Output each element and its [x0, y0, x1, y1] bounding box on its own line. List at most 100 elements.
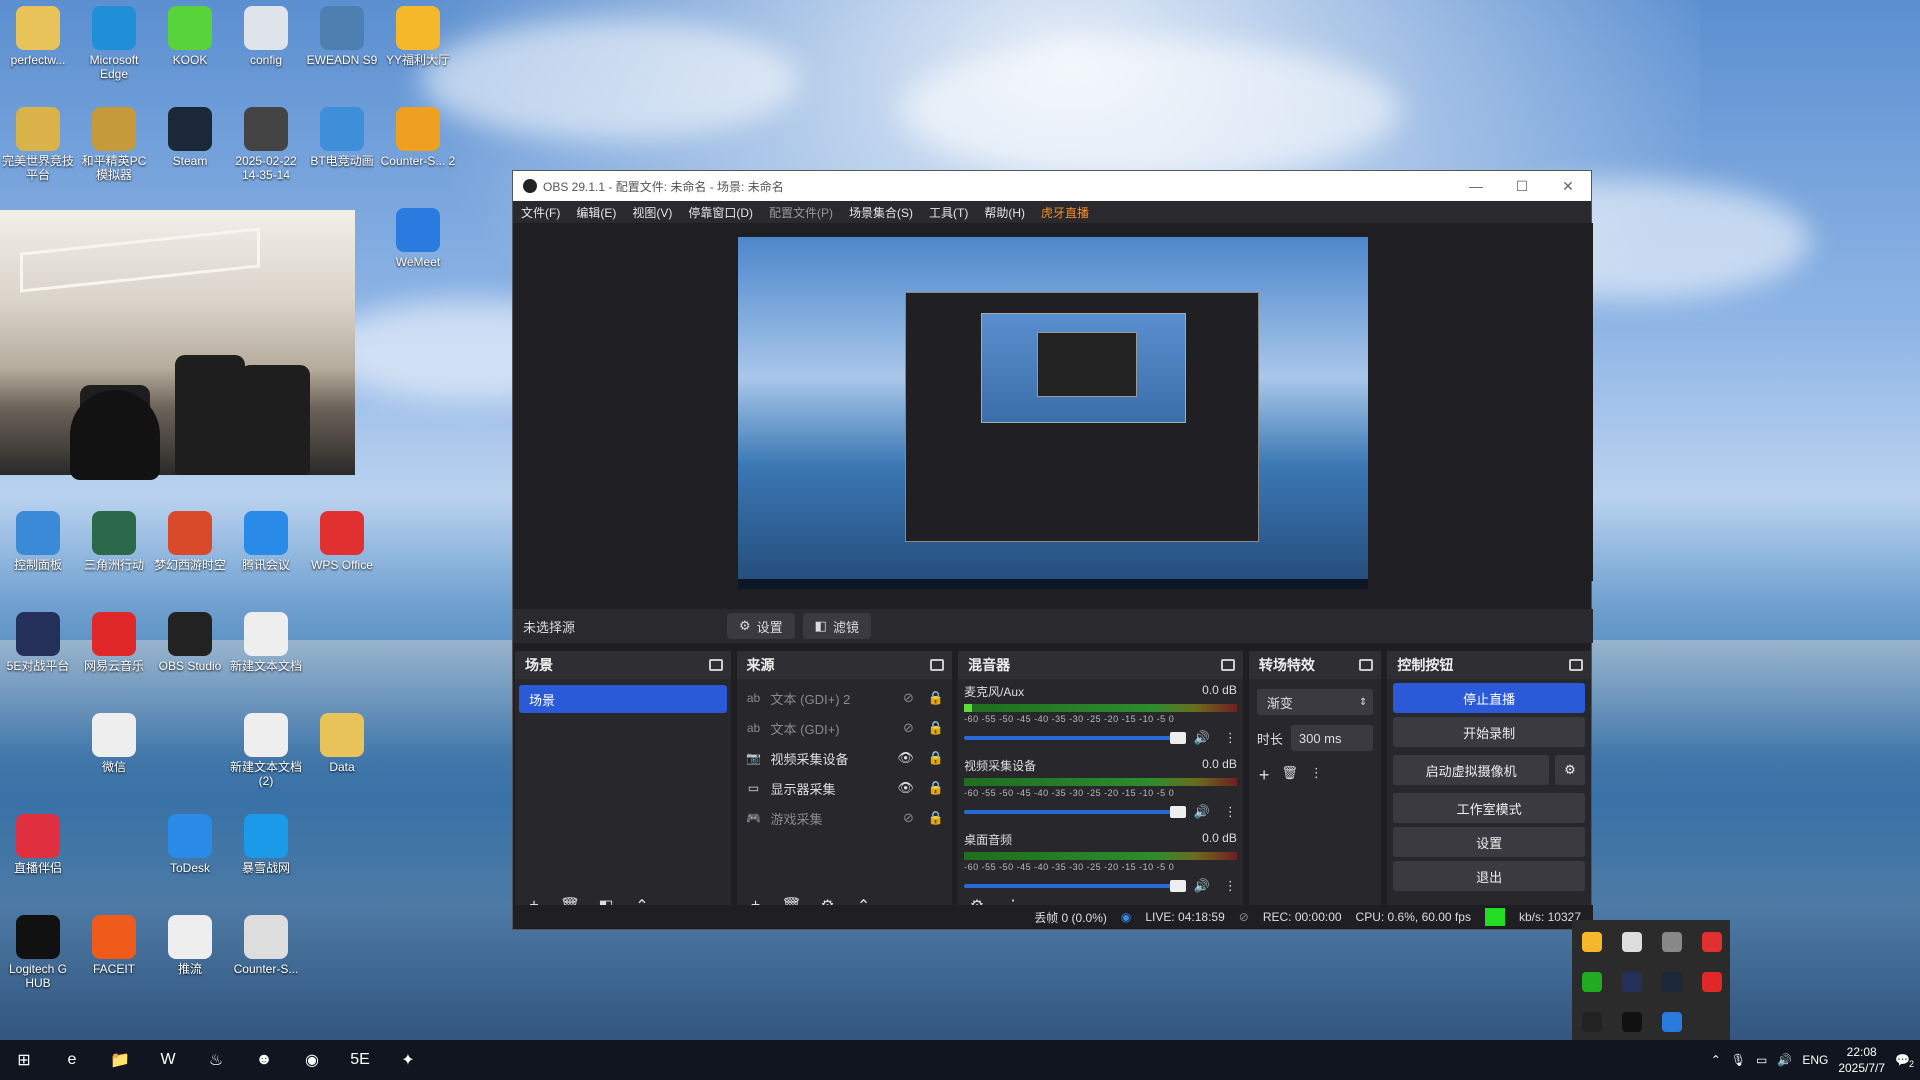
lock-icon[interactable]: 🔒: [928, 750, 944, 766]
maximize-button[interactable]: ☐: [1499, 178, 1545, 195]
add-transition-button[interactable]: +: [1259, 765, 1270, 786]
source-settings-button[interactable]: ⚙ 设置: [727, 613, 795, 639]
desktop-icon[interactable]: 5E对战平台: [0, 612, 76, 673]
desktop-icon[interactable]: WPS Office: [304, 511, 380, 572]
menu-docks[interactable]: 停靠窗口(D): [688, 204, 753, 221]
more-icon[interactable]: ⋮: [1310, 765, 1323, 786]
wemeet-icon[interactable]: [1662, 1012, 1682, 1032]
more-icon[interactable]: ⋮: [1224, 804, 1237, 820]
desktop-icon[interactable]: 腾讯会议: [228, 511, 304, 572]
close-button[interactable]: ✕: [1545, 178, 1591, 195]
slider-knob[interactable]: [1169, 732, 1186, 744]
desktop-icon[interactable]: ToDesk: [152, 814, 228, 875]
slider-knob[interactable]: [1169, 806, 1186, 818]
desktop-icon[interactable]: 2025-02-22 14-35-14: [228, 107, 304, 182]
menu-tools[interactable]: 工具(T): [929, 204, 968, 221]
studio-mode-button[interactable]: 工作室模式: [1393, 793, 1585, 823]
desktop-icon[interactable]: YY福利大厅: [380, 6, 456, 67]
desktop-icon[interactable]: Logitech G HUB: [0, 915, 76, 990]
desktop-icon[interactable]: EWEADN S9: [304, 6, 380, 67]
lock-icon[interactable]: 🔒: [928, 780, 944, 796]
source-item[interactable]: ab 文本 (GDI+) 2 ⊘ 🔒: [737, 683, 953, 713]
undock-icon[interactable]: [930, 659, 945, 671]
desktop-icon[interactable]: 新建文本文档: [228, 612, 304, 673]
menu-huya-live[interactable]: 虎牙直播: [1041, 204, 1089, 221]
desktop-icon[interactable]: 网易云音乐: [76, 612, 152, 673]
desktop-icon[interactable]: 控制面板: [0, 511, 76, 572]
no-network-icon[interactable]: [1662, 932, 1682, 952]
obs-icon[interactable]: [1582, 1012, 1602, 1032]
menu-file[interactable]: 文件(F): [521, 204, 560, 221]
cs2-icon[interactable]: ✦: [384, 1040, 432, 1080]
duration-input[interactable]: 300 ms: [1290, 725, 1374, 751]
trash-icon[interactable]: 🗑: [1281, 765, 1298, 786]
minimize-button[interactable]: —: [1453, 178, 1499, 195]
speaker-icon[interactable]: 🔊: [1194, 730, 1210, 746]
menu-scene-collection[interactable]: 场景集合(S): [849, 204, 913, 221]
desktop-icon[interactable]: Data: [304, 713, 380, 774]
yy-icon[interactable]: ☻: [240, 1040, 288, 1080]
desktop-icon[interactable]: 三角洲行动: [76, 511, 152, 572]
desktop-icon[interactable]: 完美世界竞技平台: [0, 107, 76, 182]
steam-icon[interactable]: ♨: [192, 1040, 240, 1080]
eye-hidden-icon[interactable]: ⊘: [903, 690, 914, 706]
wps-icon[interactable]: W: [144, 1040, 192, 1080]
desktop-icon[interactable]: WeMeet: [380, 208, 456, 269]
filters-button[interactable]: ◧ 滤镜: [802, 613, 871, 639]
virtual-cam-settings-icon[interactable]: ⚙: [1555, 755, 1585, 785]
eye-icon[interactable]: 👁: [897, 750, 914, 766]
undock-icon[interactable]: [1359, 659, 1374, 671]
more-icon[interactable]: ⋮: [1224, 730, 1237, 746]
desktop-icon[interactable]: KOOK: [152, 6, 228, 67]
eye-hidden-icon[interactable]: ⊘: [903, 720, 914, 736]
netease-icon[interactable]: [1702, 972, 1722, 992]
obs-icon[interactable]: ◉: [288, 1040, 336, 1080]
preview-canvas[interactable]: [738, 237, 1368, 589]
menu-view[interactable]: 视图(V): [632, 204, 672, 221]
source-item[interactable]: ab 文本 (GDI+) ⊘ 🔒: [737, 713, 953, 743]
menu-edit[interactable]: 编辑(E): [576, 204, 616, 221]
slider-knob[interactable]: [1169, 880, 1186, 892]
language-indicator[interactable]: ENG: [1802, 1053, 1828, 1067]
desktop-icon[interactable]: perfectw...: [0, 6, 76, 67]
obs-titlebar[interactable]: OBS 29.1.1 - 配置文件: 未命名 - 场景: 未命名 — ☐ ✕: [513, 171, 1591, 201]
desktop-icon[interactable]: Counter-S... 2: [380, 107, 456, 168]
volume-slider[interactable]: [964, 732, 1186, 744]
speaker-icon[interactable]: 🔊: [1194, 878, 1210, 894]
eye-icon[interactable]: 👁: [897, 780, 914, 796]
lock-icon[interactable]: 🔒: [928, 690, 944, 706]
eye-hidden-icon[interactable]: ⊘: [903, 810, 914, 826]
stop-stream-button[interactable]: 停止直播: [1393, 683, 1585, 713]
source-item[interactable]: 🎮 游戏采集 ⊘ 🔒: [737, 803, 953, 833]
transition-select[interactable]: 渐变 ⇕: [1256, 689, 1374, 715]
undock-icon[interactable]: [1569, 659, 1583, 671]
desktop-icon[interactable]: BT电竞动画: [304, 107, 380, 168]
desktop-icon[interactable]: 微信: [76, 713, 152, 774]
desktop-icon[interactable]: Counter-S...: [228, 915, 304, 976]
5e-icon[interactable]: [1622, 972, 1642, 992]
desktop-icon[interactable]: Steam: [152, 107, 228, 168]
start-record-button[interactable]: 开始录制: [1393, 717, 1585, 747]
desktop-icon[interactable]: 和平精英PC模拟器: [76, 107, 152, 182]
source-item[interactable]: 📷 视频采集设备 👁 🔒: [737, 743, 953, 773]
microphone-icon[interactable]: 🎙: [1731, 1053, 1746, 1067]
speaker-red-icon[interactable]: [1702, 932, 1722, 952]
desktop-icon[interactable]: Microsoft Edge: [76, 6, 152, 81]
shield-icon[interactable]: [1622, 932, 1642, 952]
nvidia-icon[interactable]: [1582, 972, 1602, 992]
logitech-icon[interactable]: [1622, 1012, 1642, 1032]
yy-icon[interactable]: [1582, 932, 1602, 952]
menu-profile[interactable]: 配置文件(P): [769, 204, 833, 221]
volume-icon[interactable]: 🔊: [1777, 1053, 1792, 1067]
5e-icon[interactable]: 5E: [336, 1040, 384, 1080]
chevron-up-icon[interactable]: ⌃: [1711, 1053, 1721, 1067]
file-explorer-icon[interactable]: 📁: [96, 1040, 144, 1080]
menu-help[interactable]: 帮助(H): [984, 204, 1025, 221]
scene-item[interactable]: 场景: [519, 685, 727, 713]
exit-button[interactable]: 退出: [1393, 861, 1585, 891]
undock-icon[interactable]: [1220, 659, 1235, 671]
edge-icon[interactable]: e: [48, 1040, 96, 1080]
clock[interactable]: 22:08 2025/7/7: [1838, 1044, 1885, 1076]
volume-slider[interactable]: [964, 880, 1186, 892]
desktop-icon[interactable]: 梦幻西游时空: [152, 511, 228, 572]
